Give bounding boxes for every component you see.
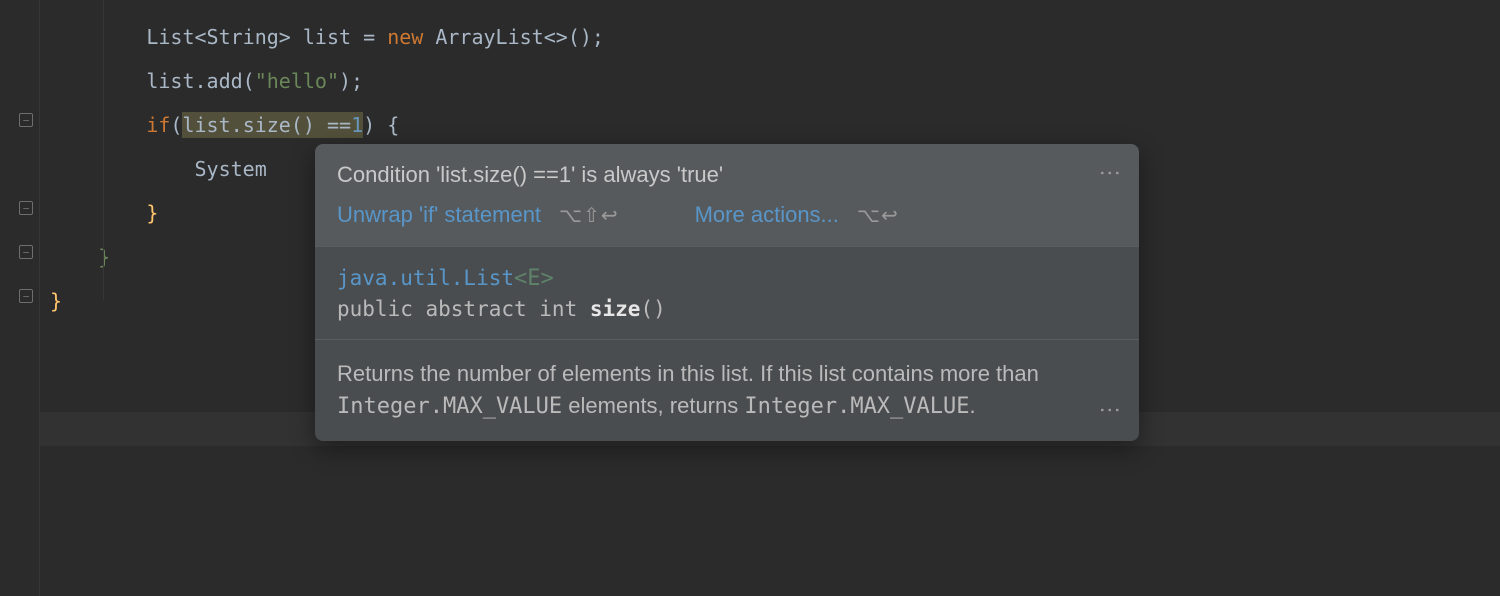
fold-marker-icon[interactable] <box>18 112 34 128</box>
code-line[interactable]: list.add("hello"); <box>40 59 1500 103</box>
quickdoc-description: Returns the number of elements in this l… <box>315 340 1139 441</box>
fold-marker-icon[interactable] <box>18 288 34 304</box>
error-marker-icon <box>62 289 86 313</box>
kebab-menu-icon[interactable]: ⋮ <box>1097 399 1123 423</box>
unwrap-if-action[interactable]: Unwrap 'if' statement <box>337 202 541 228</box>
quickdoc-signature: java.util.List<E> public abstract int si… <box>315 247 1139 339</box>
editor-gutter <box>0 0 40 596</box>
inspection-popup: Condition 'list.size() ==1' is always 't… <box>315 144 1139 441</box>
inspection-header: Condition 'list.size() ==1' is always 't… <box>315 144 1139 246</box>
fold-marker-icon[interactable] <box>18 200 34 216</box>
more-actions-link[interactable]: More actions... <box>695 202 839 228</box>
code-line[interactable]: if(list.size() ==1) { <box>40 103 1500 147</box>
inspection-message: Condition 'list.size() ==1' is always 't… <box>337 162 1117 188</box>
fold-marker-icon[interactable] <box>18 244 34 260</box>
shortcut-hint: ⌥↩ <box>857 203 899 228</box>
doc-class-link[interactable]: java.util.List <box>337 266 514 290</box>
code-line[interactable]: List<String> list = new ArrayList<>(); <box>40 15 1500 59</box>
shortcut-hint: ⌥⇧↩ <box>559 203 619 228</box>
kebab-menu-icon[interactable]: ⋮ <box>1097 162 1123 186</box>
